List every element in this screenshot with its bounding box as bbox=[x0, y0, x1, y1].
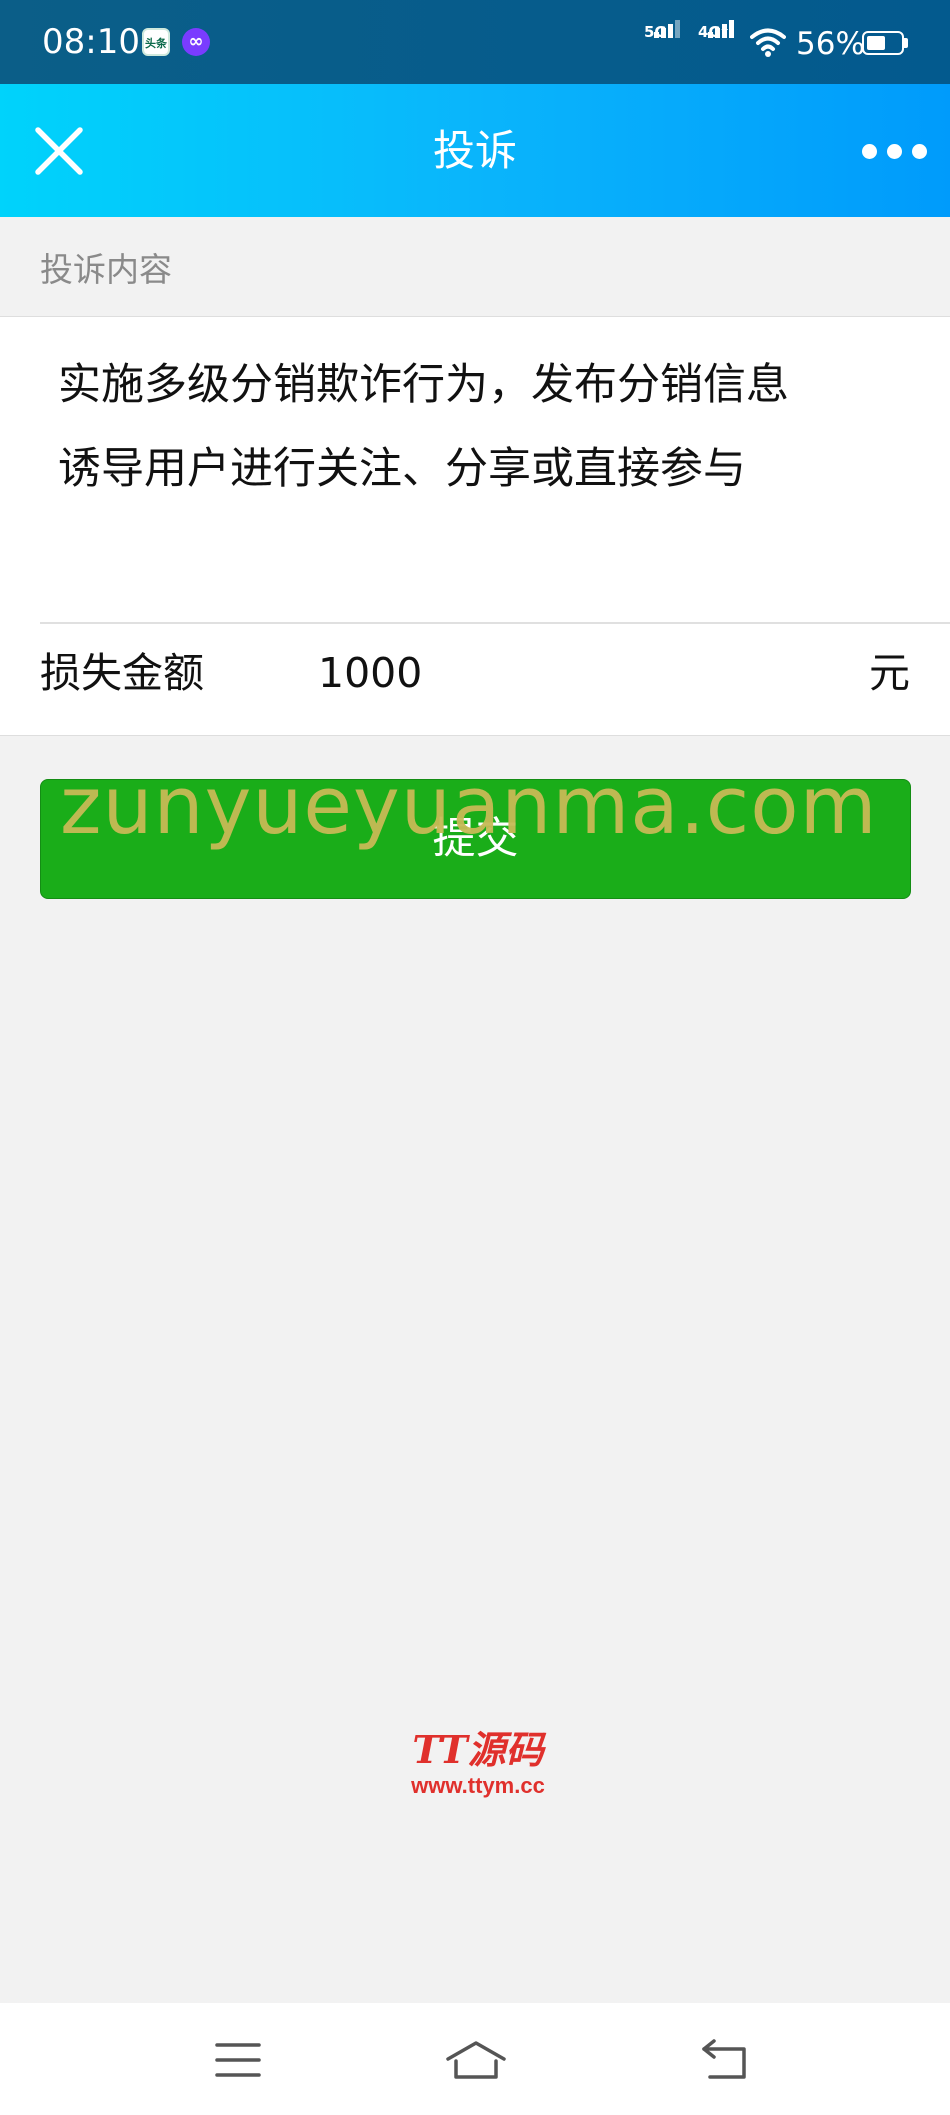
back-icon[interactable] bbox=[700, 2037, 750, 2083]
loss-amount-unit: 元 bbox=[869, 649, 910, 697]
battery-percentage: 56% bbox=[796, 26, 865, 62]
system-nav-bar bbox=[0, 2003, 950, 2115]
status-bar: 08:10 头条 ∞ 5G 4G⁺ 56% bbox=[0, 0, 950, 84]
toutiao-app-icon: 头条 bbox=[142, 28, 170, 56]
logo-url: www.ttym.cc bbox=[411, 1773, 545, 1798]
page-title: 投诉 bbox=[432, 126, 517, 175]
battery-icon bbox=[862, 31, 904, 55]
title-bar: 投诉 bbox=[0, 84, 950, 217]
loss-amount-label: 损失金额 bbox=[40, 649, 204, 697]
complaint-content-label: 投诉内容 bbox=[40, 250, 172, 289]
status-time: 08:10 bbox=[42, 22, 140, 62]
wifi-icon bbox=[750, 28, 786, 57]
logo-title: TT源码 bbox=[412, 1727, 544, 1772]
divider bbox=[40, 622, 950, 624]
infinity-app-icon: ∞ bbox=[182, 28, 210, 56]
battery-cap bbox=[904, 38, 908, 48]
watermark-text: zunyueyuanma.com bbox=[60, 760, 878, 852]
menu-icon[interactable] bbox=[213, 2037, 263, 2083]
signal-5g-icon: 5G bbox=[644, 20, 686, 60]
complaint-form-card: 实施多级分销欺诈行为，发布分销信息 诱导用户进行关注、分享或直接参与 损失金额 … bbox=[0, 316, 950, 736]
more-icon[interactable] bbox=[862, 134, 928, 168]
complaint-content-text[interactable]: 实施多级分销欺诈行为，发布分销信息 诱导用户进行关注、分享或直接参与 bbox=[58, 343, 918, 511]
home-icon[interactable] bbox=[444, 2037, 508, 2083]
signal-4g-icon: 4G⁺ bbox=[698, 20, 740, 60]
ttym-logo: TT源码 www.ttym.cc bbox=[398, 1728, 558, 1800]
loss-amount-input[interactable] bbox=[318, 646, 818, 700]
